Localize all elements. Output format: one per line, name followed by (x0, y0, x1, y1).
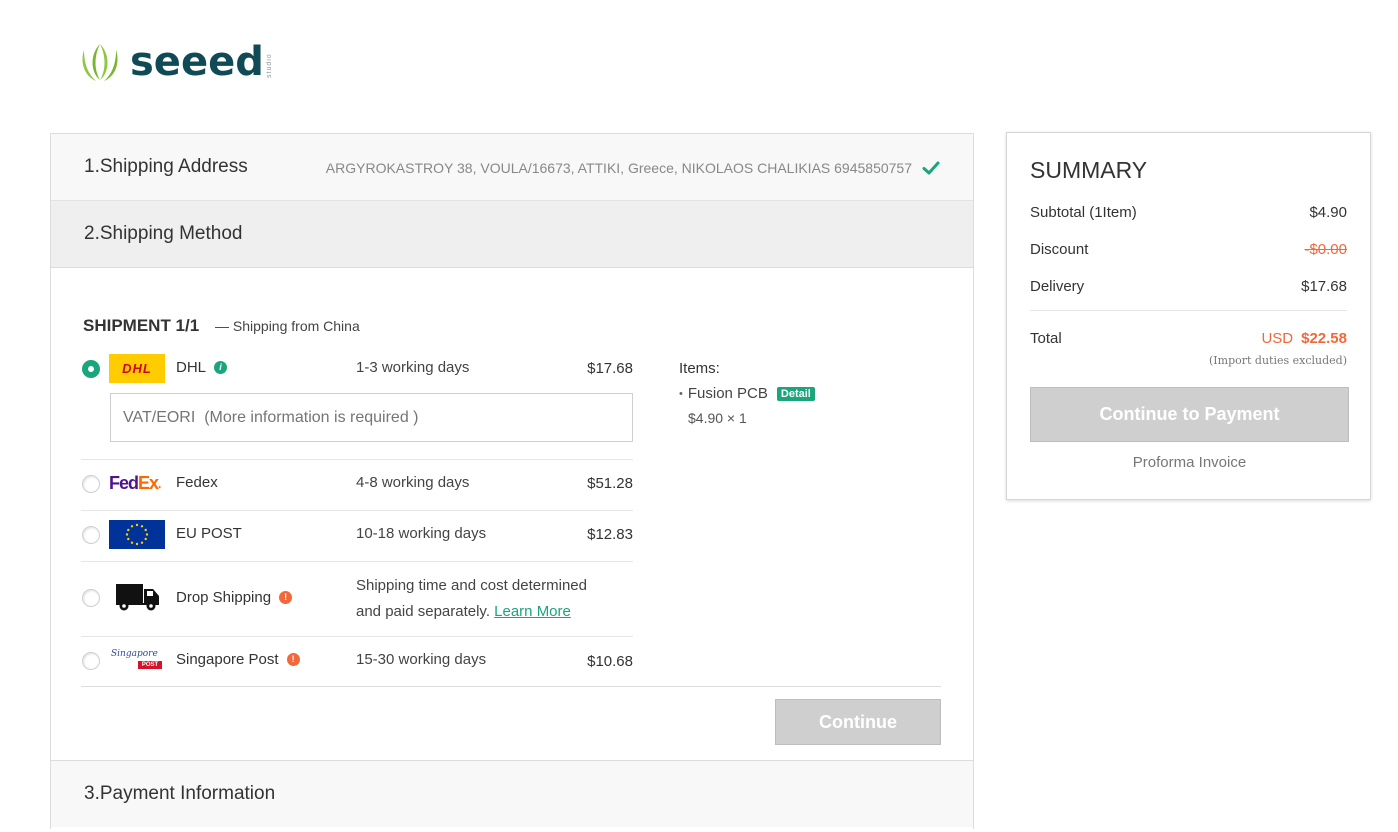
item-row: • Fusion PCB Detail (679, 385, 815, 402)
divider (81, 686, 941, 687)
shipping-option-fedex[interactable]: Fed Ex. Fedex 4-8 working days $51.28 (81, 471, 633, 497)
shipping-address-text: ARGYROKASTROY 38, VOULA/16673, ATTIKI, G… (325, 159, 912, 176)
summary-subtotal-value: $4.90 (1309, 204, 1347, 221)
summary-total-value: $22.58 (1301, 330, 1347, 347)
divider (81, 561, 633, 562)
singapore-post-warning-icon[interactable]: ! (286, 653, 300, 666)
item-detail-badge[interactable]: Detail (776, 386, 815, 401)
dhl-price: $17.68 (587, 360, 633, 377)
eu-post-days: 10-18 working days (356, 525, 487, 542)
step-shipping-address-label: 1.Shipping Address (84, 156, 248, 177)
shipping-option-singapore-post[interactable]: Singapore POST Singapore Post ! 15-30 wo… (81, 648, 633, 674)
singapore-post-radio[interactable] (82, 652, 100, 670)
eu-flag-icon (109, 520, 165, 549)
summary-total-currency: USD (1261, 330, 1294, 347)
singapore-post-logo-text-b: POST (138, 661, 162, 669)
order-summary: SUMMARY Subtotal (1Item) $4.90 Discount … (1006, 132, 1371, 500)
shipment-subtitle: — Shipping from China (215, 318, 360, 334)
summary-discount-row: Discount -$0.00 (1030, 241, 1347, 258)
singapore-post-logo-icon: Singapore POST (109, 648, 165, 677)
fedex-logo-icon: Fed Ex. (109, 473, 162, 493)
dhl-days: 1-3 working days (356, 359, 470, 376)
shipping-address-summary: ARGYROKASTROY 38, VOULA/16673, ATTIKI, G… (326, 134, 940, 201)
singapore-post-logo-text-a: Singapore (111, 649, 158, 659)
items-label: Items: (679, 360, 720, 377)
summary-discount-label: Discount (1030, 241, 1089, 258)
summary-subtotal-label: Subtotal (1Item) (1030, 204, 1137, 221)
drop-shipping-radio[interactable] (82, 589, 100, 607)
fedex-days: 4-8 working days (356, 474, 470, 491)
step-payment-information-label: 3.Payment Information (84, 783, 276, 804)
eu-post-radio[interactable] (82, 526, 100, 544)
learn-more-link[interactable]: Learn More (494, 603, 571, 620)
logo-tagline: studio (265, 53, 273, 78)
singapore-post-days: 15-30 working days (356, 651, 487, 668)
drop-shipping-name-label: Drop Shipping (176, 589, 272, 606)
dhl-name-label: DHL (176, 359, 207, 376)
proforma-invoice-link[interactable]: Proforma Invoice (1030, 454, 1349, 471)
fedex-radio[interactable] (82, 475, 100, 493)
summary-total-row: Total USD $22.58 (1030, 330, 1347, 347)
fedex-price: $51.28 (587, 475, 633, 492)
seeed-logo[interactable]: seeed studio (78, 40, 273, 84)
singapore-post-name-label: Singapore Post (176, 651, 279, 668)
summary-total-label: Total (1030, 330, 1062, 347)
continue-to-payment-button[interactable]: Continue to Payment (1030, 387, 1349, 442)
leaf-logo-icon (82, 44, 118, 81)
dhl-logo-icon: DHL (109, 354, 165, 383)
drop-shipping-days-line2: and paid separately. Learn More (356, 599, 587, 625)
step-payment-information[interactable]: 3.Payment Information (51, 760, 973, 827)
logo-wordmark: seeed (130, 39, 264, 85)
summary-discount-value: -$0.00 (1304, 241, 1347, 258)
dhl-name: DHL i (176, 359, 228, 376)
checkout-panel: 1.Shipping Address ARGYROKASTROY 38, VOU… (50, 133, 974, 829)
item-price: $4.90 × 1 (688, 410, 747, 426)
divider (81, 510, 633, 511)
summary-title: SUMMARY (1030, 157, 1148, 183)
drop-shipping-days-line1: Shipping time and cost determined (356, 577, 587, 594)
step-shipping-method-label: 2.Shipping Method (84, 223, 243, 244)
summary-subtotal-row: Subtotal (1Item) $4.90 (1030, 204, 1347, 221)
drop-shipping-warning-icon[interactable]: ! (279, 591, 293, 604)
truck-icon (116, 584, 159, 611)
drop-shipping-name: Drop Shipping ! (176, 589, 293, 606)
item-bullet: • (679, 387, 683, 400)
drop-shipping-days-line2-text: and paid separately. (356, 603, 490, 620)
continue-button[interactable]: Continue (775, 699, 941, 745)
fedex-logo-text-a: Fed (109, 473, 139, 493)
dhl-radio[interactable] (82, 360, 100, 378)
checkmark-icon (922, 161, 940, 174)
import-duties-note: (Import duties excluded) (1209, 354, 1347, 367)
summary-delivery-value: $17.68 (1301, 278, 1347, 295)
divider (81, 459, 633, 460)
drop-shipping-days: Shipping time and cost determined and pa… (356, 573, 587, 625)
divider (81, 636, 633, 637)
summary-delivery-label: Delivery (1030, 278, 1085, 295)
shipping-option-drop-shipping[interactable]: Drop Shipping ! Shipping time and cost d… (81, 574, 633, 630)
singapore-post-name: Singapore Post ! (176, 651, 300, 668)
step-shipping-address[interactable]: 1.Shipping Address ARGYROKASTROY 38, VOU… (51, 134, 973, 201)
vat-eori-input[interactable] (110, 393, 633, 442)
shipping-option-dhl[interactable]: DHL DHL i 1-3 working days $17.68 (81, 354, 633, 383)
step-shipping-method[interactable]: 2.Shipping Method (51, 201, 973, 268)
eu-post-price: $12.83 (587, 526, 633, 543)
summary-total: USD $22.58 (1261, 330, 1347, 347)
summary-delivery-row: Delivery $17.68 (1030, 278, 1347, 295)
fedex-name: Fedex (176, 474, 218, 491)
divider (1030, 310, 1347, 311)
eu-post-name: EU POST (176, 525, 242, 542)
shipping-option-eu-post[interactable]: EU POST 10-18 working days $12.83 (81, 520, 633, 549)
shipment-title: SHIPMENT 1/1 (83, 316, 200, 335)
singapore-post-price: $10.68 (587, 653, 633, 670)
dhl-logo-text: DHL (122, 361, 152, 376)
item-name: Fusion PCB (687, 385, 768, 402)
dhl-info-icon[interactable]: i (214, 361, 228, 374)
fedex-logo-text-b: Ex (138, 473, 159, 493)
